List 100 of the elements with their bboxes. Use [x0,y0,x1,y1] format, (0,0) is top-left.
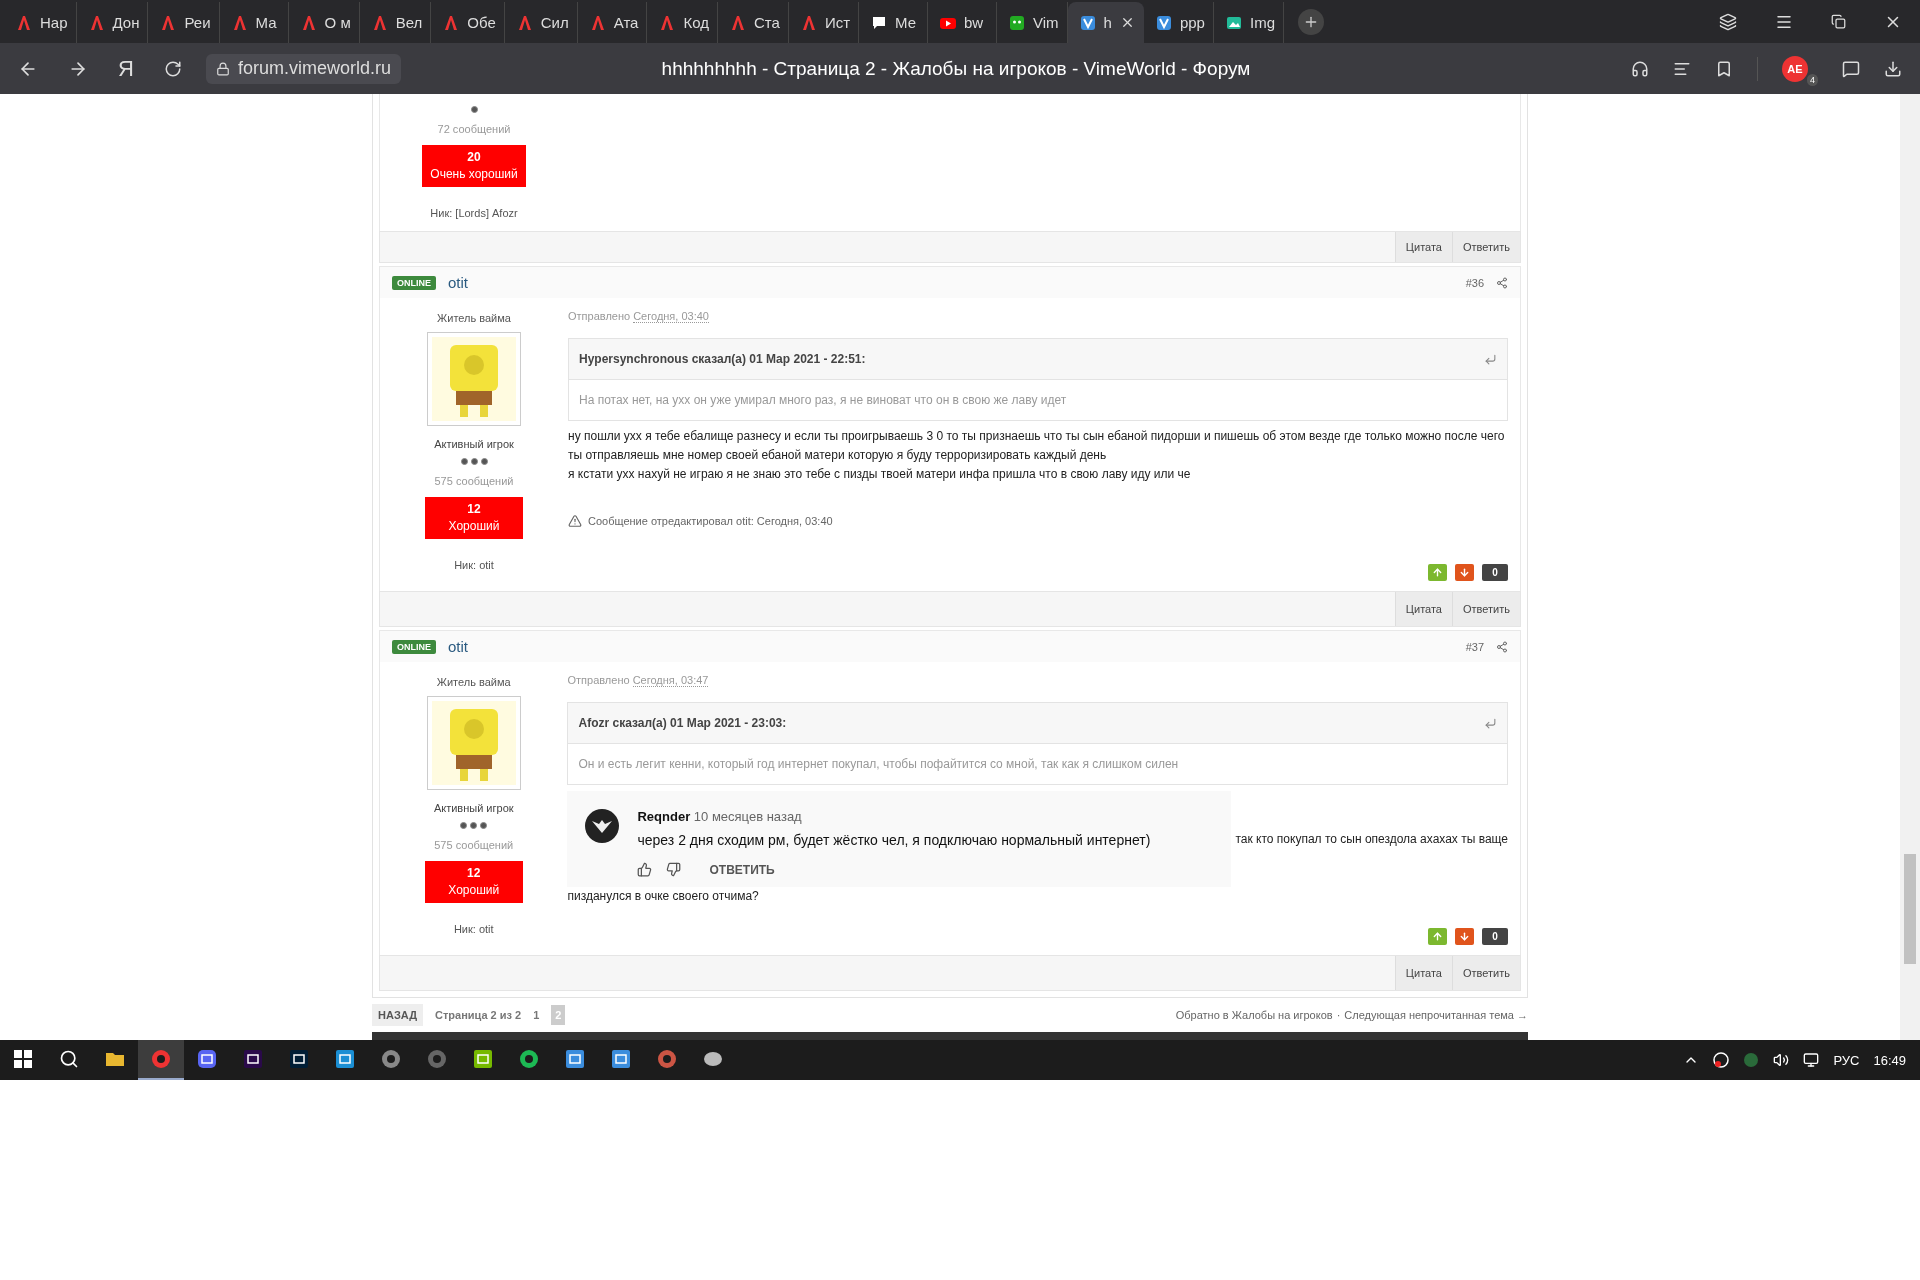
quote-author: Afozr сказал(а) 01 Мар 2021 - 23:03: [578,716,787,730]
downvote-button[interactable] [1455,564,1474,581]
reputation-badge: 12 Хороший [425,497,523,539]
headphones-icon[interactable] [1631,59,1649,78]
ring-icon[interactable] [381,1049,401,1069]
count-badge: 4 [1807,73,1818,86]
extension-button[interactable]: AE 4 [1782,51,1818,86]
post-text: я кстати ухх нахуй не играю я не знаю это тебе с пизды твоей матери инфа пришла что в свою лаву иду или че [568,466,1192,483]
rank-dot [480,822,488,829]
app-icon[interactable] [335,1049,355,1069]
comment-text: через 2 дня сходим рм, будет жёстко чел, я подключаю нормальный интернет) [637,832,1151,848]
app-icon[interactable] [243,1049,263,1069]
app-icon[interactable] [473,1049,493,1069]
tabs-icon[interactable] [1719,12,1737,31]
rank-dot [460,822,468,829]
home-button[interactable]: Я [118,55,134,82]
posts-count: 72 сообщений [437,123,511,135]
share-icon[interactable] [1496,276,1508,289]
site-logo-icon [88,14,105,31]
user-rank: Активный игрок [434,438,514,450]
site-logo-icon [800,14,817,31]
quote-button[interactable]: Цитата [1394,592,1452,626]
comment-author: Reqnder 10 месяцев назад [637,809,803,824]
quote-button[interactable]: Цитата [1394,232,1452,262]
avatar-icon [585,809,620,843]
extension-logo: AE [1782,55,1808,82]
new-tab-button[interactable] [1298,8,1324,35]
reply-button[interactable]: Ответить [1451,956,1520,990]
restore-icon[interactable] [1831,14,1846,29]
share-icon[interactable] [1496,640,1508,653]
page-title: hhhhhhhhh - Страница 2 - Жалобы на игроков - VimeWorld - Форум [660,57,1252,80]
sent-time: Отправлено Сегодня, 03:40 [568,310,710,322]
site-logo-icon [443,14,460,31]
user-group: Житель вайма [437,312,511,324]
language-indicator[interactable]: РУС [1833,1052,1860,1068]
arrow-down-icon [1459,567,1470,578]
post-number[interactable]: #37 [1465,640,1484,653]
reload-icon[interactable] [163,59,182,78]
separator: · [1336,1009,1341,1021]
site-logo-icon [300,14,317,31]
post-text: так кто покупал то сын опездола ахахах ты ваще [1235,832,1508,846]
next-topic-link[interactable]: Следующая непрочитанная тема → [1344,1009,1528,1021]
windows-icon [14,1050,32,1068]
site-logo-icon [516,14,533,31]
bookmark-icon[interactable] [1715,59,1733,78]
quote-author: Hypersynchronous сказал(а) 01 Мар 2021 - 22:51: [579,352,866,366]
user-nick: Ник: otit [453,923,494,935]
network-icon[interactable] [1803,1052,1820,1068]
site-logo-icon [371,14,388,31]
page-link[interactable]: 1 [529,1005,544,1025]
reputation-badge: 12 Хороший [424,861,523,903]
author-link[interactable]: otit [448,638,469,655]
edit-note: Сообщение отредактировал otit: Сегодня, 03:40 [588,515,833,527]
quote-link-icon[interactable] [1484,352,1497,366]
quote-button[interactable]: Цитата [1394,956,1452,990]
site-logo-icon [16,14,32,31]
taskbar-button[interactable] [138,1040,184,1080]
user-nick: Ник: [Lords] Afozr [430,207,518,219]
site-logo-icon [730,14,746,31]
site-logo-icon [231,14,248,31]
clock[interactable]: 16:49 [1873,1052,1906,1068]
user-rank: Активный игрок [433,802,514,814]
reply-button[interactable]: ОТВЕТИТЬ [695,862,775,877]
arrow-up-icon [1432,931,1443,942]
arrow-down-icon [1459,931,1470,942]
arrow-up-icon [1432,567,1443,578]
site-logo-icon [160,14,177,31]
reply-button[interactable]: Ответить [1451,592,1520,626]
page-info: Страница 2 из 2 [434,1009,522,1021]
rank-icon [470,106,478,113]
user-group: Житель вайма [436,676,511,688]
dislike-icon[interactable] [666,862,682,877]
user-nick: Ник: otit [454,559,494,571]
posts-count: 575 сообщений [434,839,514,851]
author-link[interactable]: otit [448,274,469,291]
rank-dot [460,458,468,465]
like-icon[interactable] [637,862,653,877]
image-icon [1225,14,1242,31]
rank-dot [480,458,488,465]
disc-icon[interactable] [657,1049,677,1069]
address-field[interactable]: forum.vimeworld.ru [205,53,401,84]
rank-dot [470,458,478,465]
downvote-button[interactable] [1455,928,1474,945]
lock-icon [215,61,230,76]
tray-icon[interactable] [1713,1052,1730,1068]
search-icon[interactable] [59,1049,79,1069]
warning-icon [568,514,582,528]
browser-tab[interactable]: h [1067,2,1144,43]
app-icon[interactable] [289,1049,309,1069]
volume-icon[interactable] [1773,1052,1790,1068]
quote-link-icon[interactable] [1484,716,1497,730]
post-number[interactable]: #36 [1465,276,1484,289]
download-icon[interactable] [1884,59,1902,78]
post-text: пизданулся в очке своего отчима? [567,888,760,905]
online-badge: ONLINE [392,639,436,654]
reply-button[interactable]: Ответить [1451,232,1520,262]
back-button[interactable]: НАЗАД [372,1004,423,1026]
quote-text: Он и есть легит кенни, который год интернет покупал, чтобы пофайтится со мной, так как я слишком силен [577,756,1180,773]
vote-count: 0 [1482,928,1508,945]
forum-link[interactable]: Обратно в Жалобы на игроков [1175,1009,1333,1021]
